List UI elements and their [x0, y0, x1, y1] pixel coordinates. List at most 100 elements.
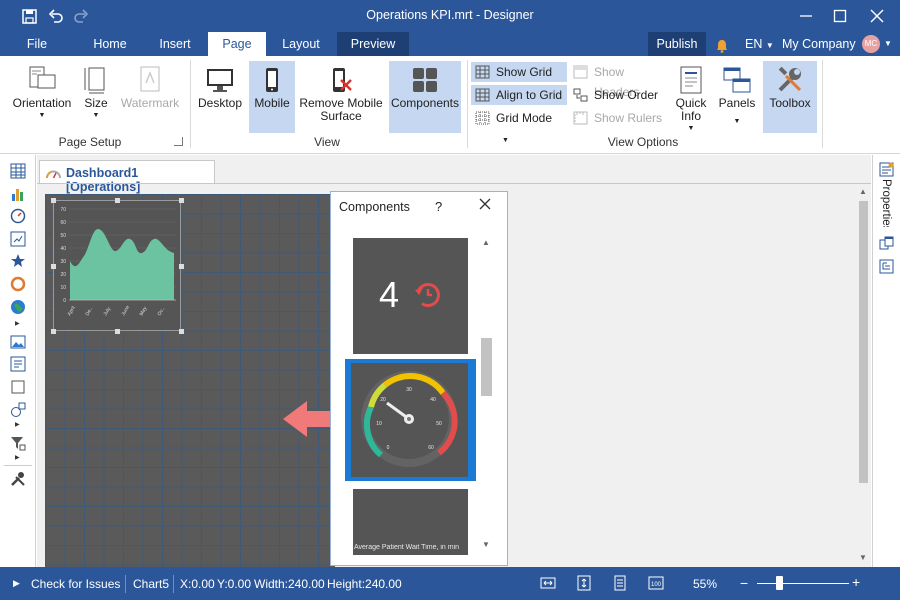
table-tool-icon[interactable]: [9, 162, 27, 180]
toolbox-button[interactable]: Toolbox: [763, 61, 817, 133]
size-button[interactable]: Size ▼: [80, 61, 112, 133]
dashboard-canvas[interactable]: 70 60 50 40 30 20 10 0 April De.. July J…: [45, 194, 335, 567]
maximize-icon[interactable]: [828, 4, 852, 28]
show-order-button[interactable]: Show Order: [569, 85, 669, 105]
language-selector[interactable]: EN ▼: [745, 32, 774, 56]
scrollbar-thumb[interactable]: [481, 338, 492, 396]
properties-tab[interactable]: Properties: [880, 179, 892, 227]
fit-width-icon[interactable]: [540, 575, 556, 591]
show-order-label: Show Order: [594, 88, 659, 102]
scroll-down-arrow-icon[interactable]: ▼: [859, 553, 867, 562]
indicator-component[interactable]: 4: [353, 238, 468, 354]
indicator-tool-icon[interactable]: [9, 252, 27, 270]
chart-widget[interactable]: 70 60 50 40 30 20 10 0 April De.. July J…: [51, 198, 184, 334]
check-for-issues-button[interactable]: Check for Issues: [31, 577, 120, 591]
tab-layout[interactable]: Layout: [270, 32, 332, 56]
components-scrollbar[interactable]: ▲ ▼: [479, 236, 494, 554]
panel-tool-icon[interactable]: [9, 378, 27, 396]
chart-tool-icon[interactable]: [9, 185, 27, 203]
desktop-button[interactable]: Desktop: [195, 61, 245, 133]
zoom-slider-track[interactable]: [757, 583, 849, 584]
pivot-tool-icon[interactable]: [9, 230, 27, 248]
quick-info-button[interactable]: Quick Info ▼: [673, 61, 709, 133]
zoom-in-button[interactable]: +: [852, 574, 860, 590]
show-grid-button[interactable]: Show Grid: [471, 62, 567, 82]
map-tool-icon[interactable]: [9, 298, 27, 316]
tab-page[interactable]: Page: [208, 32, 266, 56]
zoom-out-button[interactable]: −: [740, 575, 748, 591]
properties-strip: Properties: [872, 155, 900, 567]
document-tab[interactable]: Dashboard1 [Operations]: [39, 160, 215, 194]
notification-bell-icon[interactable]: [716, 37, 728, 53]
image-tool-icon[interactable]: [9, 333, 27, 351]
show-rulers-button[interactable]: Show Rulers: [569, 108, 669, 128]
tab-preview[interactable]: Preview: [337, 32, 409, 56]
expand-arrow-icon[interactable]: ▶: [15, 421, 20, 428]
orientation-button[interactable]: Orientation ▼: [10, 61, 74, 133]
gauge-component[interactable]: 0 10 20 30 40 50 60: [351, 363, 468, 477]
panels-label: Panels: [718, 96, 756, 110]
filter-tool-icon[interactable]: [9, 434, 27, 452]
resize-handle[interactable]: [51, 198, 56, 203]
minimize-icon[interactable]: [794, 4, 818, 28]
whole-page-icon[interactable]: [612, 575, 628, 591]
components-button[interactable]: Components: [389, 61, 461, 133]
panels-button[interactable]: Panels ▼: [717, 61, 757, 133]
tab-insert[interactable]: Insert: [145, 32, 205, 56]
properties-icon[interactable]: [879, 162, 894, 177]
tab-file[interactable]: File: [14, 32, 60, 56]
resize-handle[interactable]: [179, 198, 184, 203]
resize-handle[interactable]: [115, 329, 120, 334]
expand-arrow-icon[interactable]: ▶: [15, 454, 20, 461]
remove-mobile-surface-button[interactable]: Remove Mobile Surface: [299, 61, 383, 133]
remove-mobile-icon: [299, 63, 383, 97]
mobile-button[interactable]: Mobile: [249, 61, 295, 133]
resize-handle[interactable]: [51, 329, 56, 334]
group-separator: [190, 60, 191, 148]
avatar[interactable]: MC: [862, 35, 880, 53]
x-tick-label: Oc..: [157, 306, 167, 317]
zoom-slider-thumb[interactable]: [776, 576, 783, 590]
page-setup-group-label: Page Setup: [58, 135, 122, 149]
text-tool-icon[interactable]: [9, 355, 27, 373]
resize-handle[interactable]: [51, 264, 56, 269]
resize-handle[interactable]: [179, 329, 184, 334]
grid-mode-dropdown[interactable]: Grid Mode ▼: [471, 108, 567, 144]
y-tick-label: 70: [60, 207, 66, 213]
components-panel: Components ? 4 0 10 20 30 40 50 60 Avera…: [330, 191, 508, 566]
show-headers-button[interactable]: Show Headers: [569, 62, 669, 99]
expand-arrow-icon[interactable]: ▶: [13, 578, 20, 589]
area-chart: 70 60 50 40 30 20 10 0 April De.. July J…: [60, 207, 176, 317]
report-tree-icon[interactable]: [879, 259, 894, 274]
publish-button[interactable]: Publish: [648, 32, 706, 56]
chevron-down-icon[interactable]: ▼: [884, 32, 892, 56]
company-account[interactable]: My Company: [782, 32, 856, 56]
shape-tool-icon[interactable]: [9, 401, 27, 419]
zoom-100-icon[interactable]: 100: [648, 575, 664, 591]
close-icon[interactable]: [477, 196, 493, 212]
scroll-up-arrow-icon[interactable]: ▲: [482, 238, 490, 247]
close-window-icon[interactable]: [865, 4, 889, 28]
page-setup-launcher-icon[interactable]: [174, 137, 183, 146]
tools-settings-icon[interactable]: [9, 470, 27, 488]
watermark-button[interactable]: Watermark: [120, 61, 180, 133]
dictionary-icon[interactable]: [879, 236, 894, 250]
scroll-down-arrow-icon[interactable]: ▼: [482, 540, 490, 549]
fit-height-icon[interactable]: [576, 575, 592, 591]
gauge-tick-label: 10: [376, 421, 382, 427]
tab-home[interactable]: Home: [80, 32, 140, 56]
group-separator: [822, 60, 823, 148]
scroll-up-arrow-icon[interactable]: ▲: [859, 187, 867, 196]
company-name: My Company: [782, 37, 856, 51]
expand-arrow-icon[interactable]: ▶: [15, 320, 20, 327]
help-icon[interactable]: ?: [435, 199, 442, 214]
gauge-tool-icon[interactable]: [9, 207, 27, 225]
vertical-scrollbar[interactable]: ▲ ▼: [856, 185, 871, 567]
align-to-grid-button[interactable]: Align to Grid: [471, 85, 567, 105]
resize-handle[interactable]: [179, 264, 184, 269]
wait-time-component[interactable]: Average Patient Wait Time, in min: [353, 489, 468, 555]
scrollbar-thumb[interactable]: [859, 201, 868, 483]
y-tick-label: 60: [60, 220, 66, 226]
resize-handle[interactable]: [115, 198, 120, 203]
progress-tool-icon[interactable]: [9, 275, 27, 293]
